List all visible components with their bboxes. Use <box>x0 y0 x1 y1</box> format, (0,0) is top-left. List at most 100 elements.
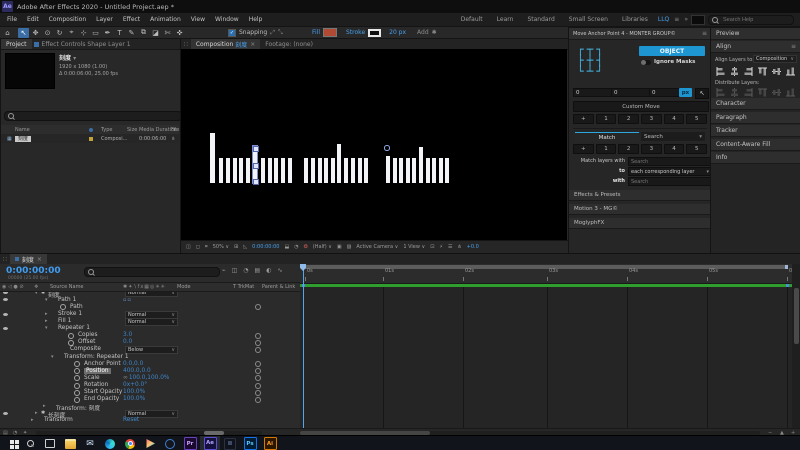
tab-effect-controls[interactable]: Effect Controls Shape Layer 1 <box>41 39 136 49</box>
transparency-grid-icon[interactable]: ▨ <box>347 244 352 250</box>
fill-label[interactable]: Fill <box>312 29 320 36</box>
eraser-tool[interactable]: ◪ <box>150 28 161 38</box>
panel-info[interactable]: Info <box>711 152 800 164</box>
clone-stamp-tool[interactable]: ⧉ <box>138 28 149 38</box>
help-search-input[interactable] <box>721 16 785 24</box>
tab-footage[interactable]: Footage: (none) <box>260 39 318 49</box>
corresponding-select[interactable]: each corresponding layer▾ <box>628 167 712 176</box>
fast-previews-icon[interactable]: ⚡ <box>439 244 443 250</box>
with-input[interactable]: Search <box>628 177 712 186</box>
property-value[interactable]: Reset <box>123 417 139 423</box>
taskbar-start[interactable] <box>0 436 20 450</box>
match-button-5[interactable]: 5 <box>686 144 707 154</box>
puppet-pin-tool[interactable]: ✜ <box>174 28 185 38</box>
col-type[interactable]: Type <box>101 127 112 133</box>
search-tab[interactable]: Search▾ <box>641 132 705 141</box>
property-name[interactable]: Anchor Point <box>84 361 121 367</box>
taskbar-photoshop[interactable]: Ps <box>240 436 260 450</box>
shy-icon[interactable]: ◔ <box>243 267 248 274</box>
project-row[interactable]: ▦ 刻度 Composi... 0:00:06:00 ⋔ <box>1 134 179 143</box>
roi-icon[interactable]: ▣ <box>337 244 342 250</box>
timeline-row-fill-1[interactable]: ▸Fill 1Normal∨ <box>0 318 300 325</box>
menu-file[interactable]: File <box>2 16 22 23</box>
timeline-row-path-1[interactable]: ▾Path 1▫▫ <box>0 296 300 303</box>
custom-move-button[interactable]: Custom Move <box>573 101 709 112</box>
composition-flowchart-icon[interactable]: ⌁ <box>222 267 226 274</box>
zoom-level[interactable]: 50% ∨ <box>213 244 229 250</box>
tab-project[interactable]: Project <box>1 39 32 49</box>
panel-align[interactable]: Align≡ <box>711 41 800 53</box>
panel-character[interactable]: Character <box>711 98 800 110</box>
always-preview-icon[interactable]: ◫ <box>186 244 191 250</box>
pan-behind-tool[interactable]: ⊹ <box>78 28 89 38</box>
close-icon[interactable]: × <box>250 41 255 48</box>
distribute-align-center-v-icon[interactable] <box>772 88 781 97</box>
timeline-row-position[interactable]: Position400.0,0.0 <box>0 367 300 374</box>
link-icon[interactable]: ∞ <box>123 375 128 381</box>
panel-menu-icon[interactable]: ≡ <box>702 30 707 37</box>
composition-viewer[interactable] <box>181 49 567 240</box>
stroke-label[interactable]: Stroke <box>346 29 365 36</box>
align-right-icon[interactable] <box>744 67 753 76</box>
property-name[interactable]: Position <box>84 368 111 374</box>
path-direction-icons[interactable]: ▫▫ <box>123 297 132 303</box>
timeline-row-rotation[interactable]: Rotation 0x+0.0° <box>0 381 300 388</box>
align-center-v-icon[interactable] <box>772 67 781 76</box>
taskbar-premiere-pro[interactable]: Pr <box>180 436 200 450</box>
property-value[interactable]: 0x+0.0° <box>123 382 147 388</box>
match-layers-input[interactable]: Search <box>628 157 712 166</box>
col-trkmat[interactable]: T TrkMat <box>233 284 254 290</box>
vscroll-thumb[interactable] <box>794 288 799 344</box>
eye-icon[interactable] <box>3 313 8 316</box>
workspace-tab-standard[interactable]: Standard <box>520 16 561 23</box>
distribute-align-left-icon[interactable] <box>716 88 725 97</box>
pen-tool[interactable]: ✒ <box>102 28 113 38</box>
menu-animation[interactable]: Animation <box>145 16 186 23</box>
move-button-4[interactable]: 4 <box>664 114 685 124</box>
camera-select[interactable]: Active Camera ∨ <box>356 244 398 250</box>
anchor-grid-icon[interactable]: ┌┬┐├┼┤└┴┘ <box>577 44 619 78</box>
taskbar-edge[interactable] <box>100 436 120 450</box>
brush-tool[interactable]: ✎ <box>126 28 137 38</box>
menu-window[interactable]: Window <box>210 16 244 23</box>
align-top-icon[interactable] <box>758 67 767 76</box>
tick-bar-selected[interactable] <box>253 146 257 183</box>
property-name[interactable]: Copies <box>78 332 97 338</box>
home-tool[interactable]: ⌂ <box>2 28 13 38</box>
property-value[interactable]: 0.0,0.0 <box>123 361 143 367</box>
col-source-name[interactable]: Source Name <box>50 284 84 290</box>
timeline-row-start-opacity[interactable]: Start Opacity100.0% <box>0 389 300 396</box>
pick-button[interactable]: ↖ <box>695 88 709 99</box>
distribute-align-bottom-icon[interactable] <box>786 88 795 97</box>
taskbar-capture-app[interactable] <box>160 436 180 450</box>
menu-layer[interactable]: Layer <box>91 16 118 23</box>
magnification-icon[interactable]: ◻ <box>196 244 200 250</box>
z-offset-input[interactable]: 0 <box>649 88 681 97</box>
property-name[interactable]: Rotation <box>84 382 108 388</box>
panel-menu-icon[interactable]: ∷ <box>181 41 191 48</box>
panel-tracker[interactable]: Tracker <box>711 125 800 137</box>
property-name[interactable]: Path <box>70 304 83 310</box>
workspace-tab-libraries[interactable]: Libraries <box>615 16 655 23</box>
move-button-5[interactable]: 5 <box>686 114 707 124</box>
timeline-row-transform-repeater-1[interactable]: ▾Transform: Repeater 1 <box>0 353 300 360</box>
type-tool[interactable]: T <box>114 28 125 38</box>
hand-tool[interactable]: ✥ <box>30 28 41 38</box>
timeline-row-anchor-point[interactable]: Anchor Point0.0,0.0 <box>0 360 300 367</box>
align-left-icon[interactable] <box>716 67 725 76</box>
x-offset-input[interactable]: 0 <box>573 88 613 97</box>
menu-help[interactable]: Help <box>244 16 268 23</box>
col-mode[interactable]: Mode <box>177 284 191 290</box>
property-value[interactable]: 3.0 <box>123 332 132 338</box>
property-name[interactable]: Transform <box>44 417 73 423</box>
workspace-tab-llq[interactable]: LLQ <box>655 16 672 23</box>
snapshot-icon[interactable]: ⬓ <box>284 244 289 250</box>
workspace-tab-learn[interactable]: Learn <box>490 16 521 23</box>
distribute-align-right-icon[interactable] <box>744 88 753 97</box>
selection-tool[interactable]: ↖ <box>18 28 29 38</box>
twirl-icon[interactable]: ▾ <box>45 297 48 303</box>
panel-preview[interactable]: Preview <box>711 28 800 40</box>
timeline-search[interactable] <box>84 267 220 277</box>
viewer-timecode[interactable]: 0:00:00:00 <box>252 244 279 250</box>
move-button-2[interactable]: 2 <box>618 114 639 124</box>
